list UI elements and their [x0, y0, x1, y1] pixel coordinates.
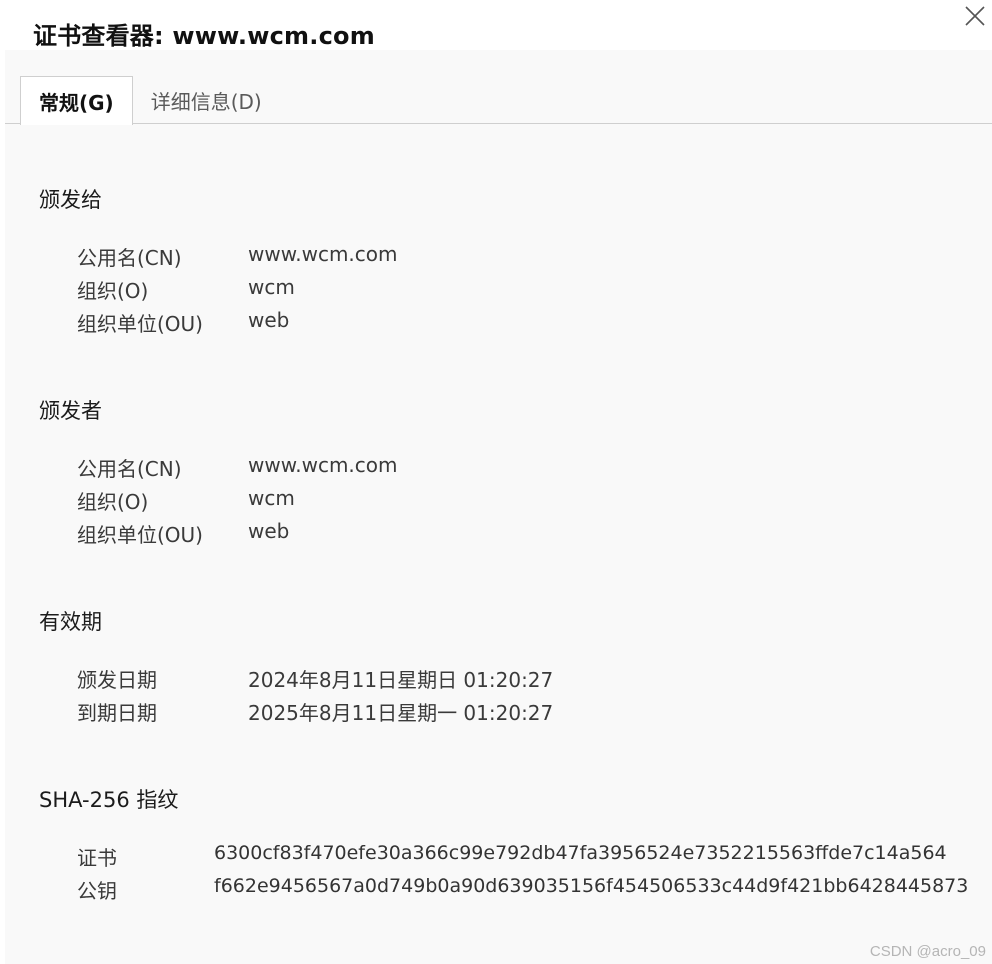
field-value: wcm: [248, 275, 295, 299]
field-value: web: [248, 519, 290, 543]
tab-strip: 常规(G) 详细信息(D): [20, 76, 280, 125]
field-label: 组织(O): [77, 490, 149, 514]
field-value: web: [248, 308, 290, 332]
field-value: www.wcm.com: [248, 453, 398, 477]
field-value: www.wcm.com: [248, 242, 398, 266]
issued-to-heading: 颁发给: [39, 188, 102, 212]
field-label: 公钥: [77, 879, 117, 903]
field-label: 证书: [77, 846, 117, 870]
title-bar: 证书查看器: www.wcm.com: [0, 0, 992, 50]
field-label: 组织单位(OU): [77, 523, 203, 547]
close-icon: [965, 6, 985, 26]
tab-divider: [5, 123, 992, 124]
field-value: 2024年8月11日星期日 01:20:27: [248, 668, 554, 692]
field-label: 公用名(CN): [77, 457, 182, 481]
field-value: wcm: [248, 486, 295, 510]
watermark: CSDN @acro_09: [869, 943, 986, 960]
issued-by-heading: 颁发者: [39, 399, 102, 423]
fingerprint-heading: SHA-256 指纹: [39, 788, 179, 812]
field-value: 6300cf83f470efe30a366c99e792db47fa395652…: [214, 842, 947, 864]
field-value: 2025年8月11日星期一 01:20:27: [248, 701, 554, 725]
field-label: 公用名(CN): [77, 246, 182, 270]
close-button[interactable]: [958, 4, 992, 34]
field-label: 到期日期: [77, 701, 157, 725]
validity-heading: 有效期: [39, 610, 102, 634]
certificate-panel: 常规(G) 详细信息(D) 颁发给 公用名(CN) www.wcm.com 组织…: [5, 50, 992, 964]
tab-details[interactable]: 详细信息(D): [133, 76, 280, 124]
field-label: 组织(O): [77, 279, 149, 303]
dialog-title: 证书查看器: www.wcm.com: [33, 22, 375, 50]
field-label: 颁发日期: [77, 668, 157, 692]
tab-general[interactable]: 常规(G): [20, 76, 133, 125]
field-label: 组织单位(OU): [77, 312, 203, 336]
field-value: f662e9456567a0d749b0a90d639035156f454506…: [214, 875, 969, 897]
